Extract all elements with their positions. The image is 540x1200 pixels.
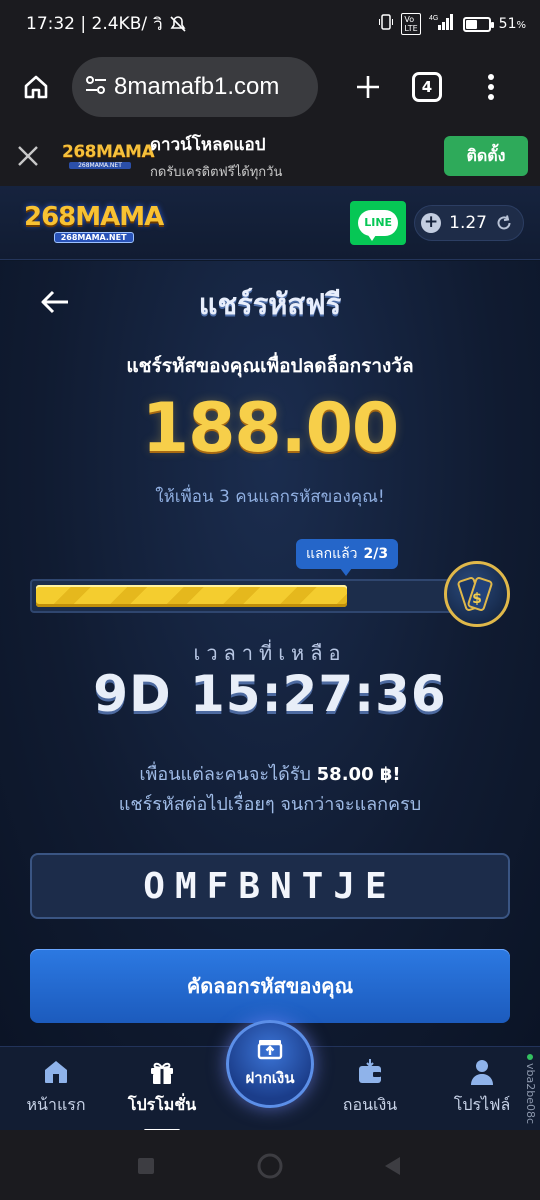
- balance-value: 1.27: [449, 212, 487, 233]
- nav-promotions[interactable]: โปรโมชั่น: [112, 1057, 212, 1132]
- balance-pill[interactable]: + 1.27: [414, 204, 524, 241]
- battery-percent: 51: [498, 16, 517, 32]
- page-subtitle: แชร์รหัสของคุณเพื่อปลดล็อกรางวัล: [126, 355, 414, 377]
- keep-sharing-text: แชร์รหัสต่อไปเรื่อยๆ จนกว่าจะแลกครบ: [118, 794, 422, 815]
- site-logo-text: 268MAMA: [24, 201, 164, 232]
- nav-promotions-label: โปรโมชั่น: [127, 1095, 197, 1114]
- redeemed-badge: แลกแล้ว 2/3: [296, 539, 399, 576]
- share-code-page: แชร์รหัสฟรี แชร์รหัสของคุณเพื่อปลดล็อกรา…: [0, 261, 540, 1046]
- new-tab-button[interactable]: [344, 63, 392, 111]
- countdown-timer: 9D 15:27:36: [93, 665, 447, 723]
- nav-withdraw-label: ถอนเงิน: [342, 1095, 398, 1114]
- mute-icon: [170, 16, 186, 32]
- progress-track: [30, 579, 462, 613]
- progress-fill: [36, 585, 347, 607]
- circle-icon: [257, 1153, 283, 1179]
- deposit-label: ฝากเงิน: [245, 1069, 295, 1087]
- wallet-icon: [359, 1059, 381, 1083]
- battery-text: 51%: [499, 16, 526, 32]
- nav-home-label: หน้าแรก: [26, 1095, 86, 1114]
- browser-toolbar: 8mamafb1.com 4: [0, 48, 540, 126]
- add-credit-icon[interactable]: +: [421, 212, 442, 233]
- system-navigation-bar: [0, 1130, 540, 1200]
- page-title: แชร์รหัสฟรี: [198, 287, 342, 321]
- redeemed-label: แลกแล้ว: [306, 546, 358, 562]
- refresh-icon[interactable]: [495, 214, 513, 232]
- install-button[interactable]: ติดตั้ง: [444, 136, 528, 176]
- share-code-field[interactable]: OMFBNTJE: [30, 853, 510, 919]
- nav-withdraw[interactable]: ถอนเงิน: [320, 1057, 420, 1118]
- browser-menu-button[interactable]: [476, 63, 506, 111]
- svg-text:$: $: [472, 591, 482, 607]
- address-bar[interactable]: 8mamafb1.com: [72, 57, 318, 117]
- vibrate-icon: [379, 13, 394, 35]
- banner-logo-text: 268MAMA: [62, 142, 155, 162]
- line-contact-button[interactable]: LINE: [350, 200, 407, 245]
- deposit-button[interactable]: ฝากเงิน: [226, 1020, 314, 1108]
- site-logo-sub: 268MAMA.NET: [53, 231, 134, 243]
- nav-home[interactable]: หน้าแรก: [6, 1057, 106, 1118]
- version-tag: vba2be08c: [524, 1054, 537, 1124]
- battery-fill: [465, 19, 477, 29]
- system-back-button[interactable]: [378, 1152, 406, 1180]
- battery-icon: [462, 16, 494, 32]
- ticket-reward-icon: $: [444, 561, 510, 627]
- gift-icon: [151, 1062, 173, 1084]
- system-home-button[interactable]: [256, 1152, 284, 1180]
- square-icon: [138, 1158, 154, 1174]
- friend-reward-amount: 58.00 ฿!: [316, 764, 401, 785]
- status-time: 17:32 | 2.4KB/: [26, 14, 148, 34]
- triangle-back-icon: [385, 1157, 400, 1175]
- home-icon: [24, 75, 48, 99]
- banner-logo-sub: 268MAMA.NET: [69, 162, 131, 169]
- close-icon: [18, 146, 38, 166]
- banner-close-button[interactable]: [12, 140, 44, 172]
- invite-text: ให้เพื่อน 3 คนแลกรหัสของคุณ!: [155, 487, 385, 507]
- install-app-banner: 268MAMA 268MAMA.NET ดาวน์โหลดแอป กดรับเค…: [0, 126, 540, 186]
- volte-icon: Vo LTE: [401, 13, 421, 35]
- app-header: 268MAMA 268MAMA.NET LINE + 1.27: [0, 186, 540, 260]
- nav-profile-label: โปรไฟล์: [453, 1095, 511, 1114]
- browser-home-button[interactable]: [12, 63, 60, 111]
- user-icon: [471, 1060, 493, 1085]
- friend-reward-prefix: เพื่อนแต่ละคนจะได้รับ: [139, 764, 311, 785]
- recents-button[interactable]: [132, 1152, 160, 1180]
- copy-code-button[interactable]: คัดลอกรหัสของคุณ: [30, 949, 510, 1023]
- signal-icon: 4G: [429, 13, 455, 35]
- wifi-label: วิ: [153, 14, 163, 35]
- status-bar: 17:32 | 2.4KB/ วิ Vo LTE 4G 51%: [0, 0, 540, 48]
- nav-profile[interactable]: โปรไฟล์: [432, 1057, 532, 1118]
- site-logo[interactable]: 268MAMA 268MAMA.NET: [24, 201, 164, 243]
- url-text: 8mamafb1.com: [114, 73, 280, 100]
- reward-amount: 188.00: [141, 389, 399, 468]
- redeemed-count: 2/3: [363, 546, 389, 562]
- banner-subtitle: กดรับเครดิตฟรีได้ทุกวัน: [150, 164, 283, 180]
- tab-switcher-button[interactable]: 4: [412, 72, 442, 102]
- plus-icon: [357, 76, 379, 98]
- friend-reward-text: เพื่อนแต่ละคนจะได้รับ 58.00 ฿!: [0, 759, 540, 788]
- banner-texts: ดาวน์โหลดแอป กดรับเครดิตฟรีได้ทุกวัน: [150, 131, 444, 182]
- svg-text:4G: 4G: [429, 15, 438, 22]
- deposit-icon: [257, 1040, 283, 1060]
- banner-logo: 268MAMA 268MAMA.NET: [62, 137, 155, 175]
- banner-title: ดาวน์โหลดแอป: [150, 134, 266, 155]
- battery-unit: %: [516, 20, 526, 31]
- more-vert-icon: [488, 74, 494, 100]
- home-icon: [45, 1061, 67, 1083]
- line-icon: LINE: [358, 209, 399, 241]
- site-settings-icon[interactable]: [84, 74, 112, 100]
